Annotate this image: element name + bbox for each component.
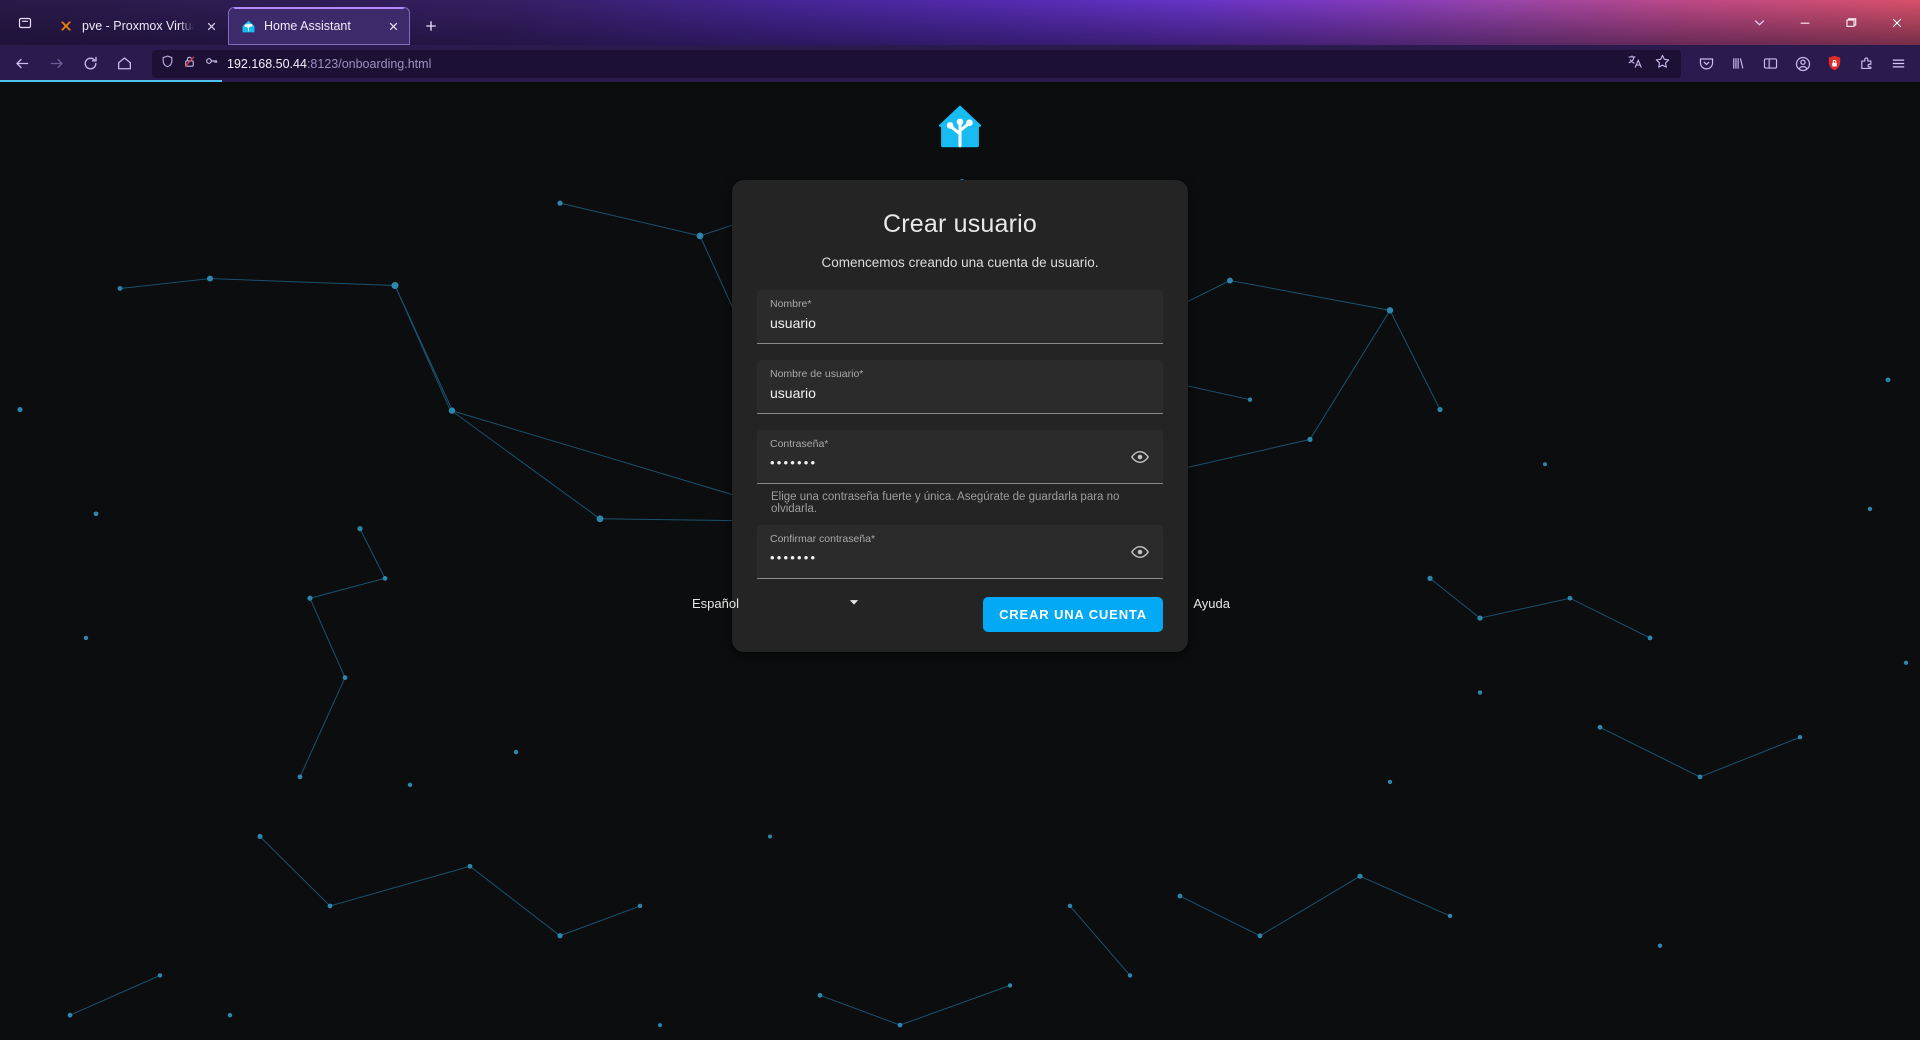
create-user-card: Crear usuario Comencemos creando una cue…	[732, 180, 1188, 652]
eye-icon[interactable]	[1127, 539, 1153, 565]
url-path: :8123/onboarding.html	[306, 56, 432, 71]
bookmark-star-icon[interactable]	[1654, 53, 1671, 75]
key-icon[interactable]	[204, 53, 220, 74]
card-subtitle: Comencemos creando una cuenta de usuario…	[821, 255, 1099, 270]
new-tab-icon[interactable]	[416, 11, 446, 41]
proxmox-icon	[58, 18, 74, 34]
url-host: 192.168.50.44	[227, 56, 307, 71]
back-arrow-icon[interactable]	[6, 49, 38, 79]
name-field-label: Nombre*	[770, 298, 812, 310]
pocket-icon[interactable]	[1691, 49, 1722, 79]
close-icon[interactable]	[202, 17, 220, 35]
name-field[interactable]: Nombre* usuario	[757, 290, 1163, 344]
caret-down-icon	[848, 596, 860, 611]
translate-icon[interactable]	[1627, 53, 1644, 75]
sidebar-icon[interactable]	[1755, 49, 1786, 79]
eye-icon[interactable]	[1127, 444, 1153, 470]
username-field-value: usuario	[770, 385, 816, 401]
tab-list-icon[interactable]	[6, 4, 44, 42]
library-icon[interactable]	[1723, 49, 1754, 79]
password-helper-text: Elige una contraseña fuerte y única. Ase…	[771, 491, 1120, 515]
name-field-value: usuario	[770, 315, 816, 331]
browser-tab-active[interactable]: Home Assistant	[228, 7, 410, 45]
tab-title: Home Assistant	[264, 19, 351, 33]
home-assistant-icon	[240, 18, 256, 34]
url-bar[interactable]: 192.168.50.44:8123/onboarding.html	[152, 49, 1681, 78]
password-field[interactable]: Contraseña* ••••••• Elige una contraseña…	[757, 430, 1163, 515]
page-content: Crear usuario Comencemos creando una cue…	[0, 82, 1920, 1040]
broken-lock-icon[interactable]	[182, 54, 197, 74]
forward-arrow-icon[interactable]	[40, 49, 72, 79]
minimize-icon[interactable]	[1782, 0, 1828, 45]
app-menu-icon[interactable]	[1883, 49, 1914, 79]
window-controls	[1736, 0, 1920, 45]
browser-tab[interactable]: pve - Proxmox Virtual Environm	[46, 7, 228, 45]
home-assistant-logo	[933, 100, 987, 159]
username-field[interactable]: Nombre de usuario* usuario	[757, 360, 1163, 414]
onboarding-footer: Español Ayuda	[690, 592, 1230, 615]
shield-icon[interactable]	[160, 54, 175, 74]
confirm-password-field-label: Confirmar contraseña*	[770, 533, 876, 545]
maximize-icon[interactable]	[1828, 0, 1874, 45]
confirm-password-field-value: •••••••	[770, 550, 818, 565]
extension-shield-icon[interactable]	[1819, 49, 1850, 79]
password-field-label: Contraseña*	[770, 438, 829, 450]
help-link[interactable]: Ayuda	[1193, 596, 1230, 611]
username-field-label: Nombre de usuario*	[770, 368, 864, 380]
extensions-puzzle-icon[interactable]	[1851, 49, 1882, 79]
language-select-value: Español	[692, 596, 739, 611]
chevron-down-icon[interactable]	[1736, 0, 1782, 45]
browser-navbar: 192.168.50.44:8123/onboarding.html	[0, 45, 1920, 82]
tab-strip: pve - Proxmox Virtual Environm	[46, 0, 446, 45]
reload-icon[interactable]	[74, 49, 106, 79]
url-text: 192.168.50.44:8123/onboarding.html	[227, 57, 431, 71]
confirm-password-field[interactable]: Confirmar contraseña* •••••••	[757, 525, 1163, 579]
password-field-value: •••••••	[770, 455, 818, 470]
page-title: Crear usuario	[882, 210, 1038, 238]
account-icon[interactable]	[1787, 49, 1818, 79]
tab-title: pve - Proxmox Virtual Environm	[82, 19, 194, 33]
browser-toolbar-icons	[1691, 49, 1914, 79]
close-icon[interactable]	[384, 17, 402, 35]
language-select[interactable]: Español	[690, 592, 862, 615]
home-icon[interactable]	[108, 49, 140, 79]
browser-window: pve - Proxmox Virtual Environm	[0, 0, 1920, 1040]
browser-titlebar: pve - Proxmox Virtual Environm	[0, 0, 1920, 45]
window-close-icon[interactable]	[1874, 0, 1920, 45]
